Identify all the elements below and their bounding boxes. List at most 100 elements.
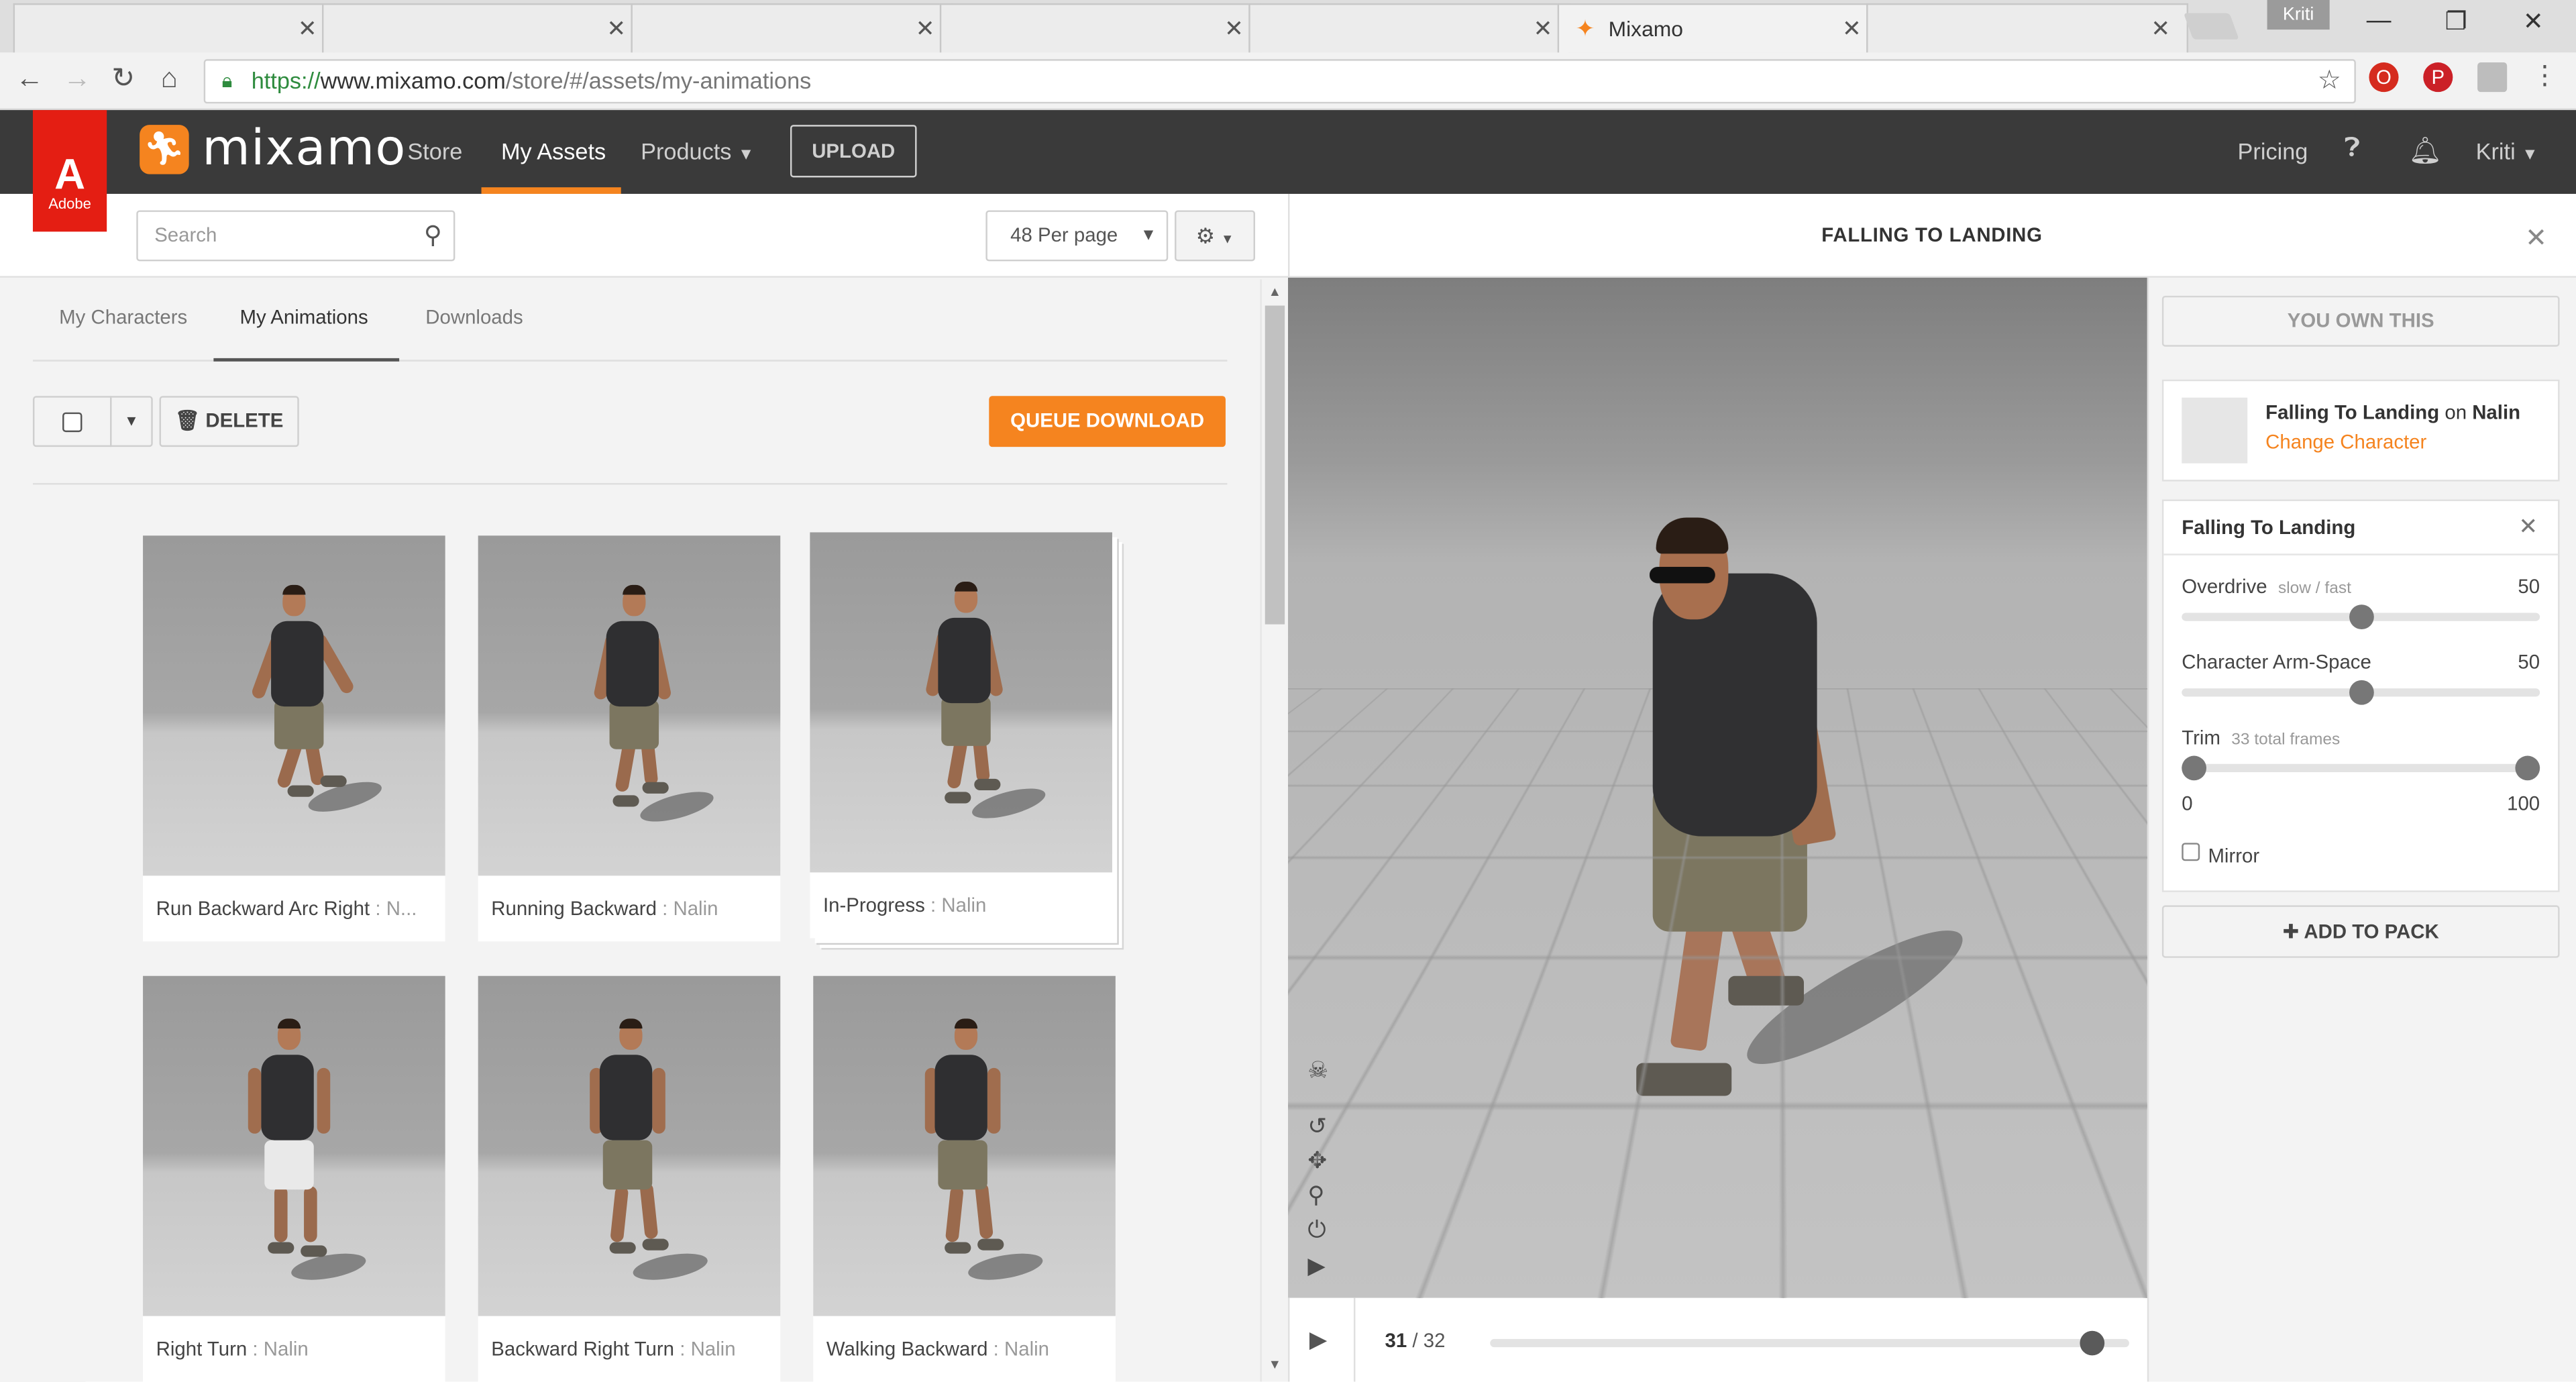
play-icon[interactable]: ▶ <box>1309 1326 1327 1354</box>
browser-tab[interactable]: ✕ <box>322 3 645 53</box>
minimize-icon[interactable]: — <box>2363 7 2396 35</box>
zoom-icon[interactable]: ⚲ <box>1307 1181 1324 1210</box>
animation-card[interactable]: Run Backward Arc Right : N... <box>143 535 445 942</box>
select-all-button[interactable] <box>32 396 112 447</box>
select-all-checkbox[interactable] <box>62 412 83 433</box>
animation-card[interactable]: Walking Backward : Nalin <box>813 975 1116 1382</box>
address-bar: ← → ↻ ⌂ 🔒︎ https://www.mixamo.com/store/… <box>0 52 2576 111</box>
delete-button[interactable]: 🗑︎ DELETE <box>159 396 299 447</box>
scroll-up-icon[interactable]: ▲ <box>1269 284 1281 299</box>
scroll-down-icon[interactable]: ▼ <box>1269 1357 1281 1372</box>
trim-slider[interactable] <box>2182 755 2540 781</box>
extension-icon[interactable] <box>2477 62 2508 93</box>
animation-thumbnail <box>478 975 781 1316</box>
new-tab-button[interactable] <box>2183 13 2239 40</box>
caret-down-icon: ▼ <box>737 146 755 164</box>
close-icon[interactable]: ✕ <box>2518 513 2538 541</box>
trim-end-handle[interactable] <box>2515 755 2540 781</box>
close-tab-icon[interactable]: ✕ <box>606 15 626 43</box>
lock-icon: 🔒︎ <box>221 68 233 93</box>
animation-thumbnail <box>143 975 445 1316</box>
card-label: In-Progress : Nalin <box>822 894 987 917</box>
tab-my-characters[interactable]: My Characters <box>59 306 187 329</box>
close-tab-icon[interactable]: ✕ <box>1534 15 1553 43</box>
animation-card[interactable]: Right Turn : Nalin <box>143 975 445 1382</box>
pinterest-extension-icon[interactable]: P <box>2423 62 2453 93</box>
scrollbar-thumb[interactable] <box>1265 305 1285 625</box>
3d-viewport[interactable] <box>1288 277 2147 1298</box>
animation-card-in-progress[interactable]: In-Progress : Nalin <box>810 532 1112 939</box>
card-label: Backward Right Turn : Nalin <box>491 1337 736 1361</box>
skeleton-icon[interactable]: ☠ <box>1307 1057 1328 1085</box>
pan-icon[interactable]: ✥ <box>1307 1147 1327 1175</box>
slider-handle[interactable] <box>2348 604 2373 629</box>
divider <box>1353 1297 1356 1382</box>
queue-download-button[interactable]: QUEUE DOWNLOAD <box>989 396 1226 447</box>
close-tab-icon[interactable]: ✕ <box>916 15 935 43</box>
adobe-logo[interactable]: A Adobe <box>32 110 107 232</box>
url-input[interactable]: 🔒︎ https://www.mixamo.com/store/#/assets… <box>203 59 2356 104</box>
browser-tab[interactable]: ✕ <box>13 3 335 53</box>
close-tab-icon[interactable]: ✕ <box>298 15 317 43</box>
tab-downloads[interactable]: Downloads <box>425 306 523 329</box>
select-dropdown-button[interactable]: ▼ <box>110 396 153 447</box>
add-to-pack-button[interactable]: ✚ ADD TO PACK <box>2161 905 2560 958</box>
card-label: Run Backward Arc Right : N... <box>156 897 417 920</box>
nav-store[interactable]: Store <box>407 138 462 164</box>
settings-dropdown-button[interactable]: ⚙ ▼ <box>1175 210 1256 262</box>
tab-active-indicator <box>213 358 400 362</box>
animation-card[interactable]: Running Backward : Nalin <box>478 535 781 942</box>
browser-tab[interactable]: ✕ <box>631 3 953 53</box>
close-icon[interactable]: ✕ <box>2525 222 2547 255</box>
help-icon[interactable]: ❓︎ <box>2345 135 2361 164</box>
arm-space-slider[interactable] <box>2182 680 2540 705</box>
close-tab-icon[interactable]: ✕ <box>1224 15 1244 43</box>
close-tab-icon[interactable]: ✕ <box>2151 15 2170 43</box>
nav-my-assets[interactable]: My Assets <box>501 138 606 164</box>
camera-icon[interactable]: ▶ <box>1307 1252 1325 1280</box>
back-arrow-icon[interactable]: ← <box>11 62 48 95</box>
forward-arrow-icon[interactable]: → <box>59 62 95 95</box>
close-window-icon[interactable]: ✕ <box>2517 7 2550 36</box>
arm-space-label: Character Arm-Space <box>2182 650 2371 674</box>
change-character-link[interactable]: Change Character <box>2265 431 2426 454</box>
slider-handle[interactable] <box>2348 680 2373 705</box>
per-page-select[interactable]: 48 Per page ▼ <box>985 210 1169 262</box>
browser-tab[interactable]: ✕ <box>1248 3 1571 53</box>
mixamo-logo-icon[interactable]: 🏃︎ <box>140 125 189 174</box>
bell-icon[interactable]: 🔔︎ <box>2408 135 2442 168</box>
timeline-handle[interactable] <box>2080 1330 2105 1356</box>
trim-label: Trim 33 total frames <box>2182 726 2341 749</box>
mixamo-brand[interactable]: mixamo <box>202 120 406 178</box>
nav-products[interactable]: Products ▼ <box>641 138 754 164</box>
trim-min: 0 <box>2182 792 2193 815</box>
upload-button[interactable]: UPLOAD <box>790 125 917 178</box>
tab-my-animations[interactable]: My Animations <box>240 306 368 329</box>
home-icon[interactable]: ⌂ <box>151 62 187 95</box>
reset-camera-icon[interactable]: ↺ <box>1307 1112 1327 1140</box>
bookmark-star-icon[interactable]: ☆ <box>2318 61 2341 102</box>
trim-start-handle[interactable] <box>2182 755 2207 781</box>
overdrive-value: 50 <box>2518 575 2540 598</box>
browser-tab[interactable]: ✕ <box>939 3 1262 53</box>
power-icon[interactable]: ⏻ <box>1307 1216 1326 1244</box>
trim-max: 100 <box>2507 792 2540 815</box>
restore-icon[interactable]: ❐ <box>2440 7 2473 36</box>
mirror-checkbox[interactable] <box>2182 843 2200 861</box>
profile-badge[interactable]: Kriti <box>2267 0 2330 30</box>
menu-kebab-icon[interactable]: ⋮ <box>2530 62 2559 92</box>
user-menu[interactable]: Kriti ▼ <box>2476 138 2538 164</box>
browser-tab-mixamo[interactable]: ✦ Mixamo ✕ <box>1557 3 1880 53</box>
close-tab-icon[interactable]: ✕ <box>1842 15 1862 43</box>
reload-icon[interactable]: ↻ <box>105 62 142 95</box>
opera-extension-icon[interactable]: O <box>2369 62 2399 93</box>
overdrive-slider[interactable] <box>2182 604 2540 629</box>
search-icon[interactable]: ⚲ <box>424 212 442 260</box>
timeline-slider[interactable] <box>1490 1330 2129 1356</box>
animation-card[interactable]: Backward Right Turn : Nalin <box>478 975 781 1382</box>
assets-scrollbar[interactable]: ▲ ▼ <box>1260 279 1289 1382</box>
nav-pricing[interactable]: Pricing <box>2238 138 2308 164</box>
browser-tab[interactable]: ✕ <box>1866 3 2189 53</box>
search-input[interactable]: Search ⚲ <box>136 210 455 262</box>
you-own-this-button[interactable]: YOU OWN THIS <box>2161 295 2560 347</box>
